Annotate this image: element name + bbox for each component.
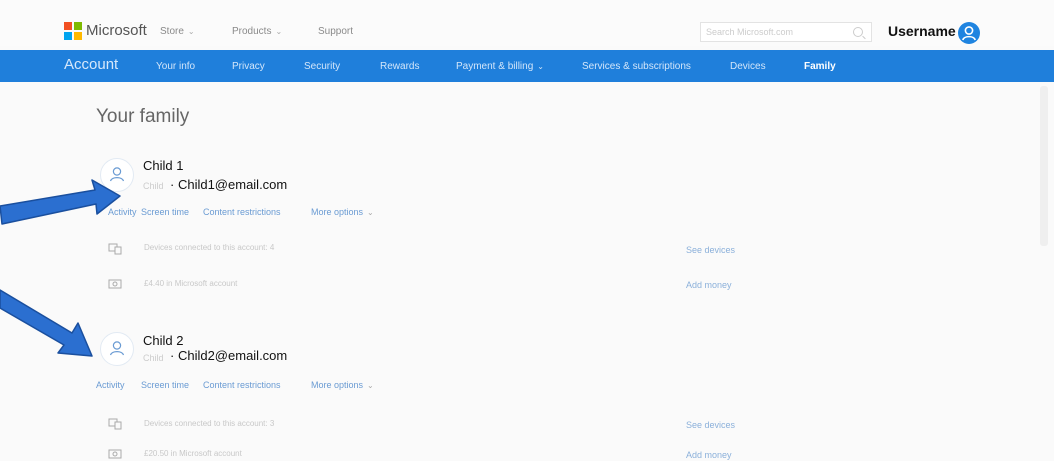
annotation-arrows — [0, 179, 121, 357]
annotation-arrow-icon — [0, 289, 93, 357]
annotation-arrow-icon — [0, 179, 121, 225]
